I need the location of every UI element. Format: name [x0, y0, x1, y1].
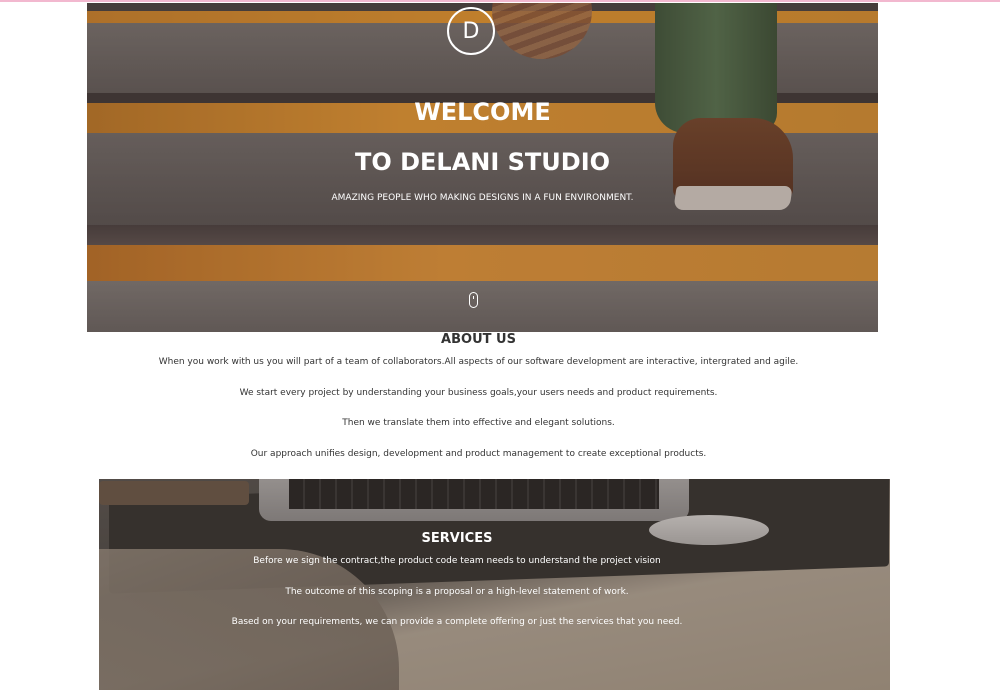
logo[interactable]: D	[447, 7, 495, 55]
services-title: SERVICES	[421, 531, 493, 546]
logo-letter: D	[462, 18, 480, 44]
services-section: SERVICES Before we sign the contract,the…	[99, 479, 890, 690]
about-paragraph: Our approach unifies design, development…	[250, 449, 707, 459]
hero-title-welcome: WELCOME	[414, 98, 551, 126]
about-paragraph: We start every project by understanding …	[239, 388, 718, 398]
hero-title-studio: TO DELANI STUDIO	[354, 148, 611, 176]
about-paragraph: Then we translate them into effective an…	[342, 418, 615, 428]
mouse-icon[interactable]	[469, 292, 478, 308]
hero-subtitle: AMAZING PEOPLE WHO MAKING DESIGNS IN A F…	[331, 193, 634, 203]
top-border	[0, 0, 1000, 2]
services-overlay	[99, 479, 890, 690]
services-paragraph: The outcome of this scoping is a proposa…	[285, 587, 629, 597]
about-title: ABOUT US	[441, 332, 516, 347]
about-paragraph: When you work with us you will part of a…	[158, 357, 799, 367]
services-paragraph: Before we sign the contract,the product …	[253, 556, 661, 566]
hero-section: D WELCOME TO DELANI STUDIO AMAZING PEOPL…	[87, 3, 878, 332]
services-paragraph: Based on your requirements, we can provi…	[231, 617, 683, 627]
